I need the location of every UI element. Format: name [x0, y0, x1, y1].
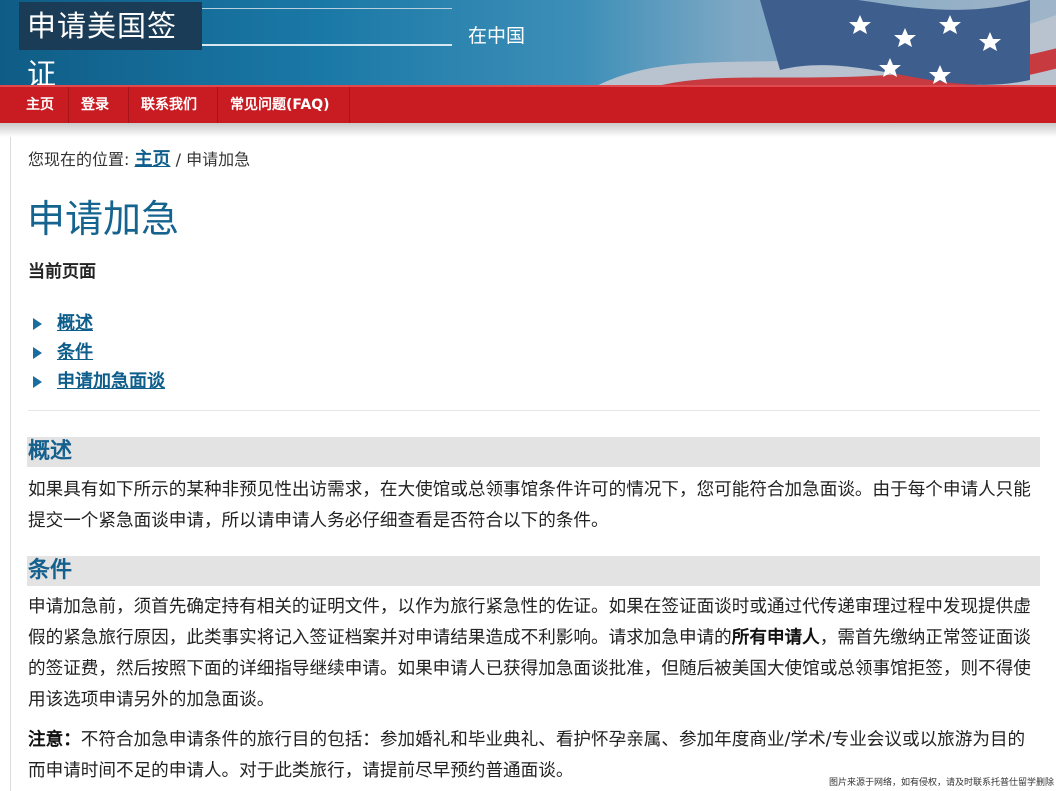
toc-item-overview: 概述: [30, 309, 165, 338]
nav-contact[interactable]: 联系我们: [129, 87, 218, 123]
title-rule: [202, 44, 452, 46]
section-divider: [28, 410, 1040, 411]
triangle-right-icon: [33, 376, 42, 388]
toc-link-expedite[interactable]: 申请加急面谈: [57, 371, 165, 392]
note-text: 不符合加急申请条件的旅行目的包括：参加婚礼和毕业典礼、看护怀孕亲属、参加年度商业…: [28, 730, 1026, 781]
breadcrumb-separator: /: [175, 150, 181, 169]
toc-item-expedite: 申请加急面谈: [30, 367, 165, 396]
nav-faq[interactable]: 常见问题(FAQ): [218, 87, 350, 123]
breadcrumb-home-link[interactable]: 主页: [135, 149, 171, 170]
watermark: 图片来源于网络，如有侵权，请及时联系托普仕留学删除: [828, 778, 1054, 788]
site-header: 申请美国签证 在中国: [0, 0, 1056, 85]
overview-heading: 概述: [27, 437, 1040, 467]
us-flag-banner: [598, 0, 1056, 85]
note-label: 注意：: [28, 730, 81, 750]
page-title: 申请加急: [27, 197, 180, 241]
current-page-label: 当前页面: [28, 262, 96, 282]
conditions-text-bold: 所有申请人: [731, 628, 820, 648]
breadcrumb-prefix: 您现在的位置:: [28, 150, 130, 169]
title-rule-top: [202, 8, 452, 9]
nav-shadow: [0, 123, 1056, 137]
conditions-heading: 条件: [27, 556, 1040, 586]
conditions-text: 申请加急前，须首先确定持有相关的证明文件，以作为旅行紧急性的佐证。如果在签证面谈…: [28, 592, 1042, 716]
toc-link-overview[interactable]: 概述: [57, 313, 93, 334]
breadcrumb-current: 申请加急: [186, 150, 251, 169]
main-nav: 主页 登录 联系我们 常见问题(FAQ): [0, 85, 1056, 123]
triangle-right-icon: [33, 347, 42, 359]
table-of-contents: 概述 条件 申请加急面谈: [30, 309, 165, 396]
triangle-right-icon: [33, 318, 42, 330]
breadcrumb: 您现在的位置: 主页 / 申请加急: [28, 145, 250, 171]
overview-text: 如果具有如下所示的某种非预见性出访需求，在大使馆或总领事馆条件许可的情况下，您可…: [28, 480, 1031, 531]
nav-home[interactable]: 主页: [14, 87, 69, 123]
toc-link-conditions[interactable]: 条件: [57, 342, 93, 363]
site-title[interactable]: 申请美国签证: [19, 2, 202, 85]
toc-item-conditions: 条件: [30, 338, 165, 367]
nav-login[interactable]: 登录: [69, 87, 129, 123]
country-label: 在中国: [468, 25, 526, 47]
